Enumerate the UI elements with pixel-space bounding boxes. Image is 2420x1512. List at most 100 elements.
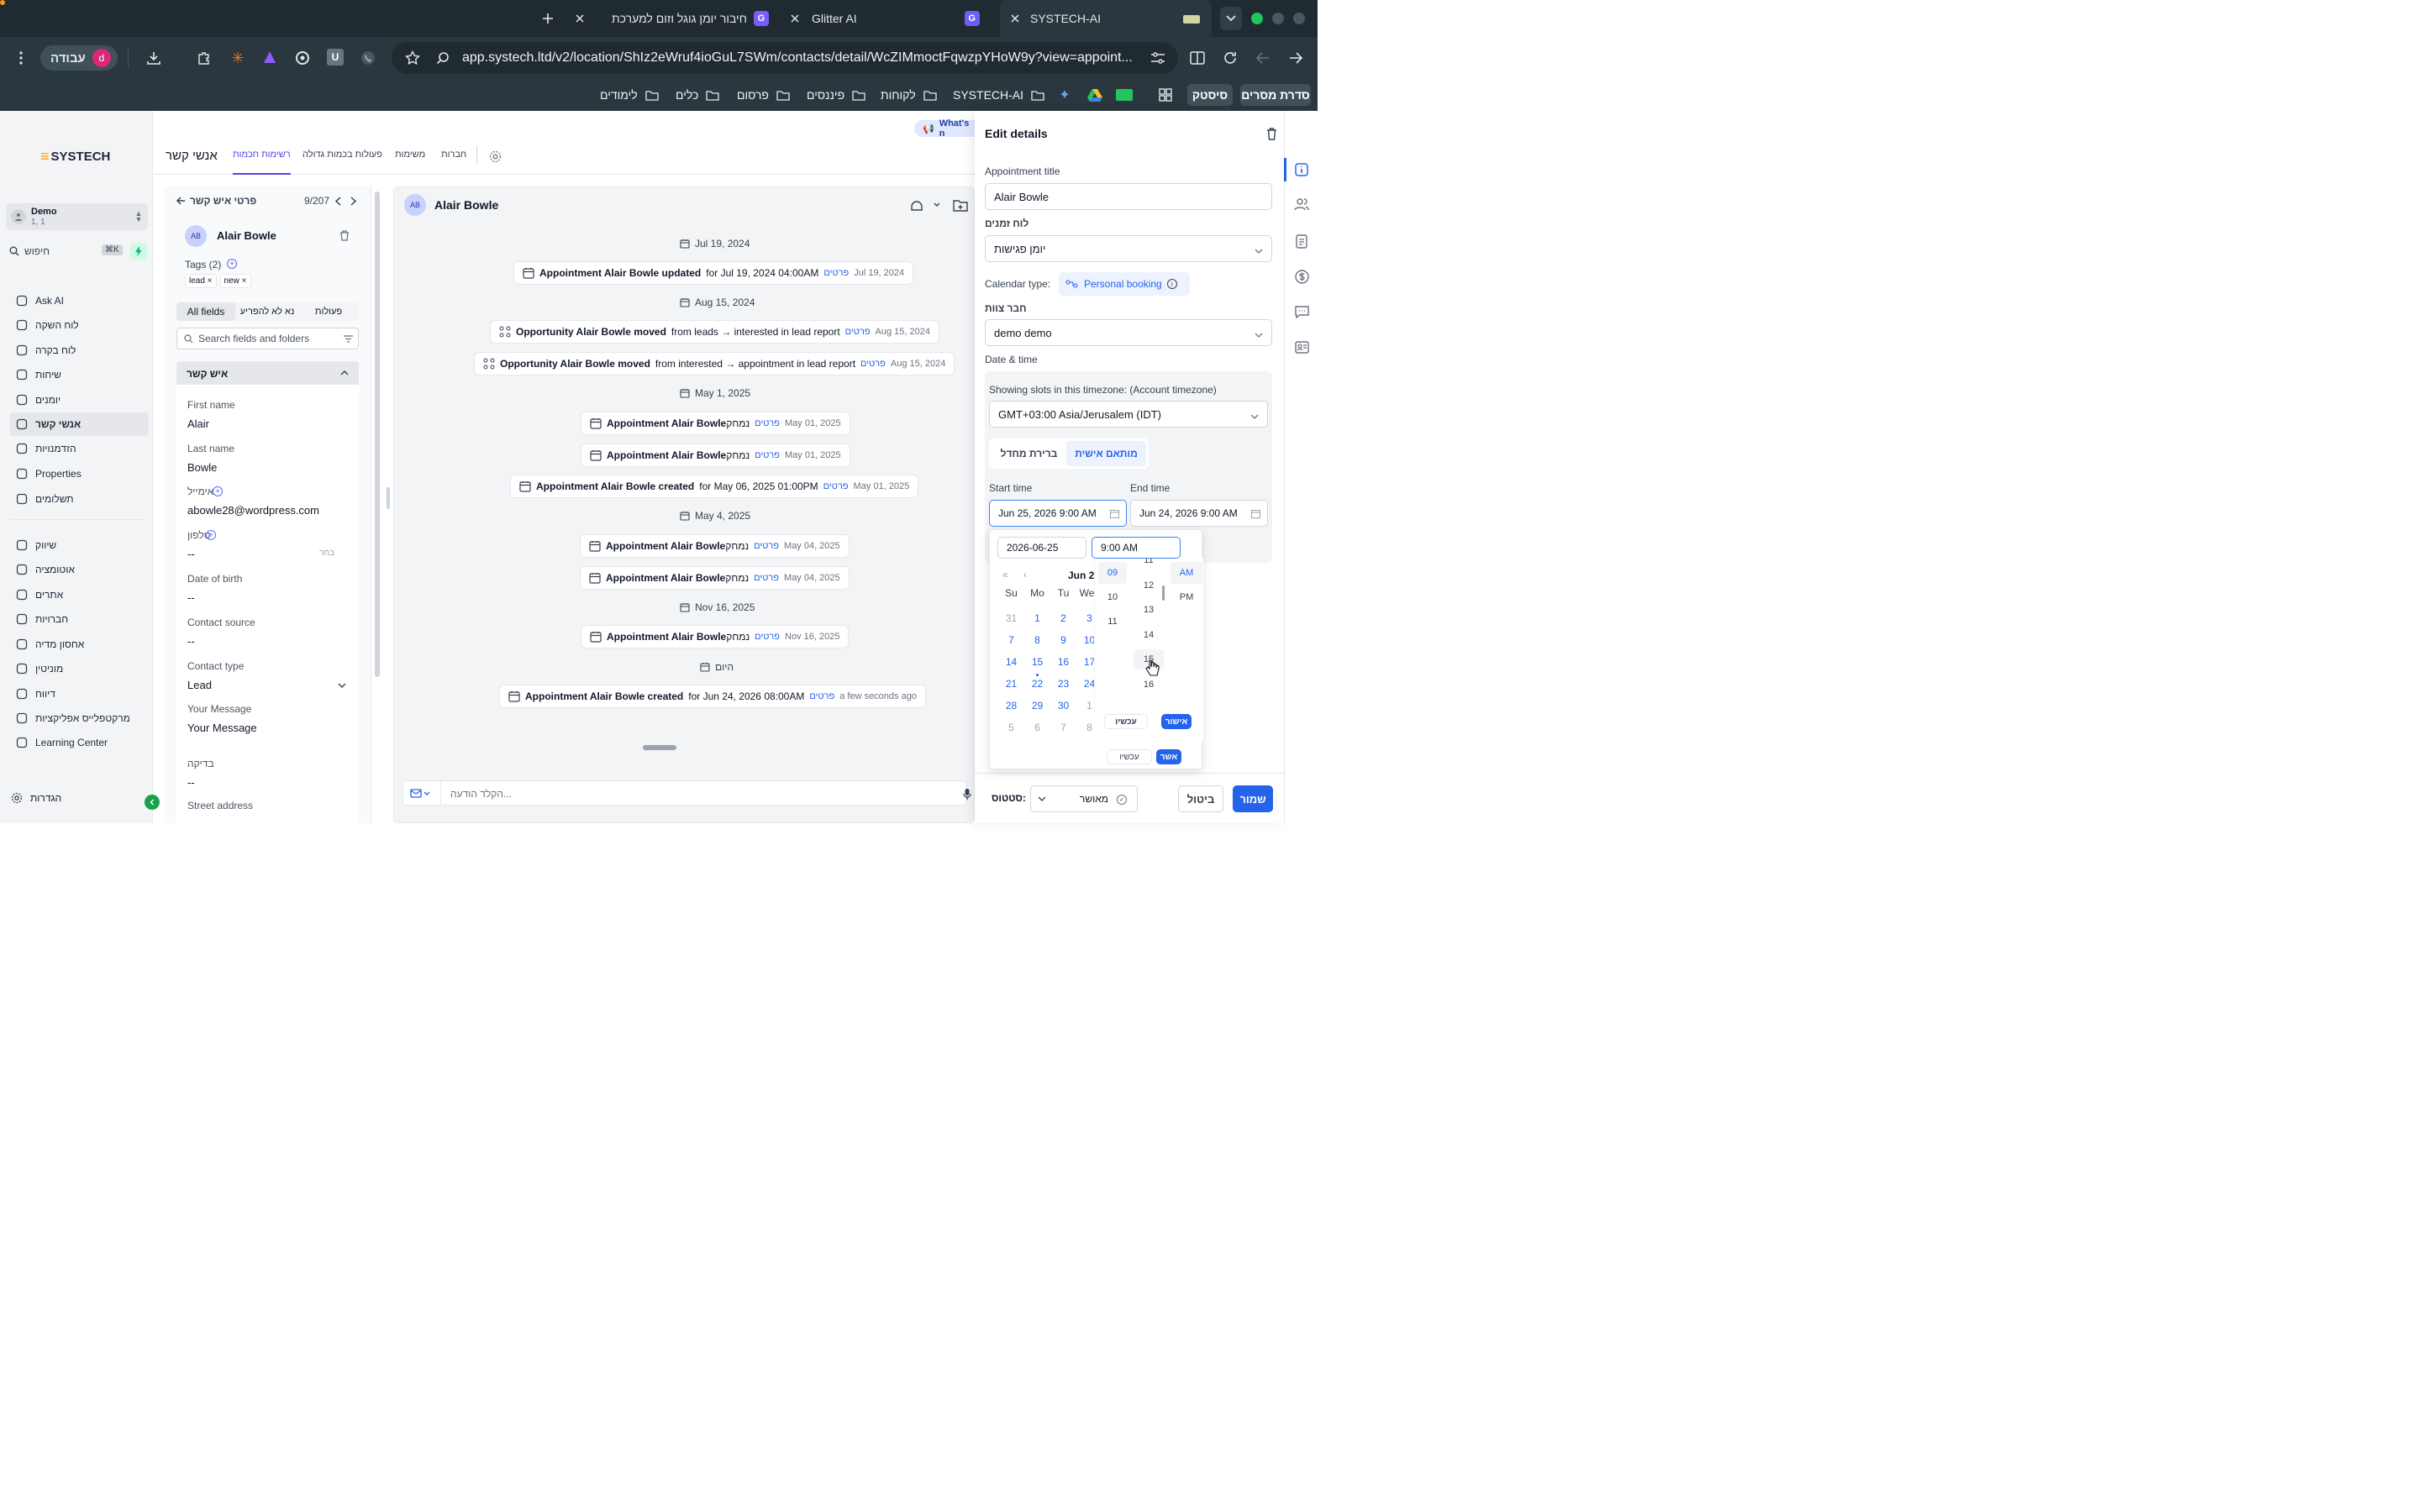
tab-systech-active[interactable]: SYSTECH-AI — [1000, 0, 1212, 37]
calendar-select[interactable]: יומן פגישות — [985, 235, 1272, 262]
dollar-icon[interactable] — [1294, 269, 1309, 284]
bookmark-folder[interactable]: כלים — [676, 84, 720, 106]
extensions-icon[interactable] — [195, 49, 213, 67]
tag-chip[interactable]: lead × — [185, 274, 217, 288]
minute-scrollbar[interactable] — [1162, 585, 1165, 601]
sidebar-item[interactable]: Ask AI — [10, 289, 149, 312]
download-icon[interactable] — [145, 49, 163, 67]
details-link[interactable]: פרטים — [823, 481, 849, 491]
ampm-option[interactable]: PM — [1171, 586, 1202, 608]
new-tab-icon[interactable] — [539, 10, 556, 27]
end-time-input[interactable]: Jun 24, 2026 9:00 AM — [1130, 500, 1268, 527]
bookmark-folder[interactable]: לימודים — [600, 84, 660, 106]
ampm-option[interactable]: AM — [1171, 562, 1202, 584]
info-icon[interactable]: i — [1166, 279, 1177, 289]
outer-now-button[interactable]: עכשיו — [1107, 749, 1152, 764]
details-link[interactable]: פרטים — [860, 359, 886, 369]
forward-icon[interactable] — [1286, 49, 1305, 67]
calendar-day[interactable]: 29 — [1024, 695, 1050, 717]
field-value[interactable]: -- — [187, 548, 195, 560]
tab-smart-lists[interactable]: רשימות חכמות — [233, 150, 291, 175]
tab-companies[interactable]: חברות — [441, 150, 466, 160]
profile-button[interactable]: עבודה d — [40, 45, 118, 71]
calendar-day[interactable]: 8 — [1024, 629, 1050, 651]
whats-new-banner[interactable]: 📢 What's n — [914, 118, 975, 139]
calendar-day[interactable]: 7 — [1050, 717, 1076, 738]
next-record-icon[interactable] — [348, 195, 358, 207]
maximize-window-icon[interactable] — [1251, 13, 1263, 24]
picker-now-button[interactable]: עכשיו — [1104, 714, 1148, 729]
sidebar-item[interactable]: אנשי קשר — [10, 412, 149, 436]
bookmark-folder[interactable]: לקוחות — [881, 84, 938, 106]
bookmark-folder[interactable]: פרסום — [737, 84, 791, 106]
tab-glitter[interactable]: Glitter AI G — [786, 0, 988, 37]
collapse-sidebar-icon[interactable] — [145, 795, 160, 810]
prev-month-icon[interactable]: ‹ — [1023, 569, 1027, 580]
account-switcher[interactable]: Demo 1, 1 ▲ ▼ — [6, 203, 148, 230]
close-tab-icon[interactable] — [571, 14, 588, 23]
minute-option[interactable]: 13 — [1134, 600, 1164, 620]
extension-phone-icon[interactable] — [359, 49, 377, 67]
split-view-icon[interactable] — [1188, 49, 1207, 67]
back-arrow-icon[interactable] — [175, 195, 187, 207]
minimize-window-icon[interactable] — [1272, 13, 1284, 24]
message-composer[interactable]: הקלד הודעה... — [402, 780, 971, 806]
add-folder-icon[interactable] — [952, 197, 969, 213]
country-select[interactable]: בחר — [319, 549, 334, 558]
tab-all-fields[interactable]: All fields — [176, 302, 235, 321]
scrollbar-thumb[interactable] — [375, 192, 380, 677]
extension-purple-icon[interactable] — [260, 49, 279, 67]
attendees-icon[interactable] — [1294, 197, 1309, 212]
close-window-icon[interactable] — [1293, 13, 1305, 24]
sidebar-item[interactable]: אוטומציה — [10, 558, 149, 581]
add-field-icon[interactable]: + — [213, 486, 223, 496]
call-dropdown-icon[interactable] — [908, 197, 942, 213]
hour-option[interactable]: 09 — [1098, 562, 1127, 584]
picker-date-input[interactable]: 2026-06-25 — [997, 537, 1086, 559]
tab-search-icon[interactable] — [1220, 7, 1242, 30]
site-settings-icon[interactable] — [1150, 50, 1166, 66]
timezone-select[interactable]: GMT+03:00 Asia/Jerusalem (IDT) — [989, 401, 1268, 428]
tag-chip[interactable]: new × — [219, 274, 251, 288]
reload-icon[interactable] — [1221, 49, 1239, 67]
field-value[interactable]: Lead — [187, 679, 212, 691]
field-value[interactable]: -- — [187, 635, 195, 648]
apps-grid-icon[interactable] — [1158, 87, 1173, 102]
details-link[interactable]: פרטים — [755, 450, 780, 460]
prev-year-icon[interactable]: « — [1002, 569, 1008, 580]
field-value[interactable]: Alair — [187, 417, 209, 430]
calendar-day[interactable]: 23 — [1050, 673, 1076, 695]
save-button[interactable]: שמור — [1233, 785, 1273, 812]
hour-option[interactable]: 10 — [1098, 586, 1127, 608]
calendar-day[interactable]: 14 — [998, 651, 1024, 673]
calendar-day[interactable]: 2 — [1050, 607, 1076, 629]
browser-menu-icon[interactable] — [13, 50, 29, 66]
details-link[interactable]: פרטים — [823, 268, 849, 278]
start-time-input[interactable]: Jun 25, 2026 9:00 AM — [989, 500, 1127, 527]
bookmark-folder[interactable]: SYSTECH-AI — [953, 84, 1045, 106]
picker-time-input[interactable]: 9:00 AM — [1092, 537, 1181, 559]
panel-scrollbar[interactable] — [371, 186, 383, 823]
details-link[interactable]: פרטים — [754, 573, 779, 583]
status-select[interactable]: מאושר ✓ — [1030, 785, 1138, 812]
trash-icon[interactable] — [1265, 126, 1278, 141]
sidebar-item[interactable]: הזדמנויות — [10, 437, 149, 460]
calendar-day[interactable]: 1 — [1024, 607, 1050, 629]
address-bar[interactable]: app.systech.ltd/v2/location/ShIz2eWruf4i… — [392, 42, 1178, 74]
section-header[interactable]: איש קשר — [176, 361, 359, 385]
sidebar-item[interactable]: שיווק — [10, 533, 149, 557]
bookmark-item[interactable]: סיסטק — [1187, 84, 1233, 106]
bookmark-star-icon[interactable] — [405, 50, 420, 66]
back-icon[interactable] — [1254, 49, 1272, 67]
contact-card-icon[interactable] — [1294, 339, 1309, 354]
sidebar-item[interactable]: Properties — [10, 462, 149, 486]
tab-dnd[interactable]: נא לא להפריע — [235, 307, 299, 317]
calendar-day[interactable]: 9 — [1050, 629, 1076, 651]
month-label[interactable]: Jun 2 — [1068, 570, 1094, 581]
calendar-day[interactable]: 30 — [1050, 695, 1076, 717]
details-link[interactable]: פרטים — [755, 632, 780, 642]
sidebar-item[interactable]: חברויות — [10, 607, 149, 631]
drive-bookmark-icon[interactable] — [1087, 87, 1102, 102]
quick-action-icon[interactable] — [130, 243, 147, 260]
field-value[interactable]: Bowle — [187, 461, 217, 474]
